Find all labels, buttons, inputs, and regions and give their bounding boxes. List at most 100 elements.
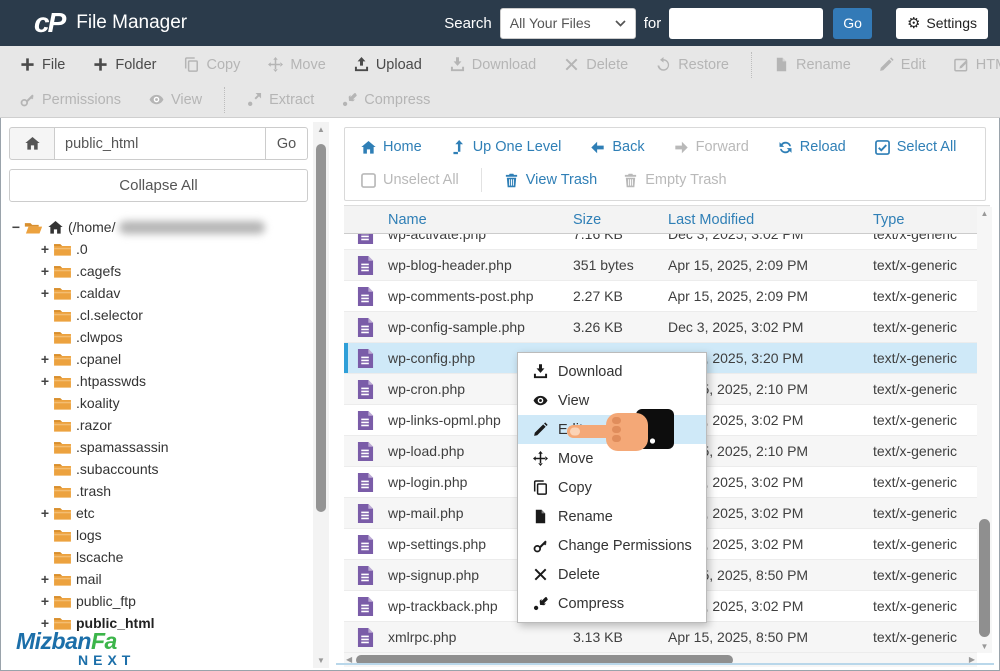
tree-item-htpasswds[interactable]: +.htpasswds (9, 370, 308, 392)
tree-item-label: etc (76, 505, 95, 521)
tree-item-spamassassin[interactable]: .spamassassin (9, 436, 308, 458)
scroll-up-icon[interactable]: ▲ (977, 209, 992, 218)
menu-download-item[interactable]: Download (518, 357, 706, 386)
tree-item-etc[interactable]: + etc (9, 502, 308, 524)
file-icon (357, 565, 374, 586)
column-name[interactable]: Name (388, 212, 573, 228)
menu-compress-item[interactable]: Compress (518, 589, 706, 618)
path-go-button[interactable]: Go (266, 127, 308, 160)
menu-edit-item[interactable]: Edit (518, 415, 706, 444)
path-input[interactable] (55, 127, 266, 160)
tree-item-logs[interactable]: logs (9, 524, 308, 546)
file-name[interactable]: wp-blog-header.php (388, 257, 573, 273)
folder-icon (53, 484, 72, 499)
collapse-minus-icon[interactable]: − (9, 219, 23, 235)
tree-item-clwpos[interactable]: .clwpos (9, 326, 308, 348)
nav-forward-label: Forward (696, 139, 749, 155)
folder-icon (53, 528, 72, 543)
nav-select-all-link[interactable]: Select All (875, 139, 957, 155)
top-header-bar: cP File Manager Search All Your Files fo… (0, 0, 1000, 46)
key-icon (533, 538, 548, 553)
menu-copy-item[interactable]: Copy (518, 473, 706, 502)
table-vscroll-thumb[interactable] (979, 519, 990, 637)
file-row-wp-comments-post-php[interactable]: wp-comments-post.php2.27 KBApr 15, 2025,… (344, 281, 990, 312)
expand-plus-icon[interactable]: + (38, 285, 52, 301)
column-size[interactable]: Size (573, 212, 668, 228)
tree-item-cpanel[interactable]: +.cpanel (9, 348, 308, 370)
tree-item-label: public_ftp (76, 593, 136, 609)
scroll-down-icon[interactable]: ▼ (313, 656, 329, 665)
file-icon (357, 472, 374, 493)
nav-up-one-level-label: Up One Level (473, 139, 562, 155)
expand-plus-icon[interactable]: + (38, 263, 52, 279)
toolbar-extract-label: Extract (269, 92, 314, 108)
tree-item-caldav[interactable]: +.caldav (9, 282, 308, 304)
back-icon (590, 140, 605, 155)
file-row-wp-activate-php[interactable]: wp-activate.php7.16 KBDec 3, 2025, 3:02 … (344, 234, 990, 250)
expand-plus-icon[interactable]: + (38, 373, 52, 389)
tree-root-label: (/home/ (68, 219, 115, 235)
home-path-button[interactable] (9, 127, 55, 160)
search-input[interactable] (669, 8, 823, 39)
file-row-xmlrpc-php[interactable]: xmlrpc.php3.13 KBApr 15, 2025, 8:50 PMte… (344, 622, 990, 653)
menu-move-item[interactable]: Move (518, 444, 706, 473)
nav-reload-link[interactable]: Reload (778, 139, 846, 155)
nav-view-trash-link[interactable]: View Trash (504, 172, 597, 188)
menu-delete-label: Delete (558, 567, 600, 583)
tree-item-lscache[interactable]: lscache (9, 546, 308, 568)
toolbar-row-2: PermissionsViewExtractCompress (0, 83, 1000, 116)
tree-item-cagefs[interactable]: + .cagefs (9, 260, 308, 282)
toolbar-file-button[interactable]: File (6, 57, 79, 73)
tree-item-mail[interactable]: +mail (9, 568, 308, 590)
expand-plus-icon[interactable]: + (38, 593, 52, 609)
settings-button[interactable]: ⚙ Settings (896, 8, 988, 39)
file-type: text/x-generic (873, 257, 990, 273)
file-name[interactable]: xmlrpc.php (388, 629, 573, 645)
search-go-button[interactable]: Go (833, 8, 872, 39)
tree-item-0[interactable]: +.0 (9, 238, 308, 260)
column-type[interactable]: Type (873, 212, 990, 228)
nav-up-one-level-link[interactable]: Up One Level (451, 139, 562, 155)
expand-plus-icon[interactable]: + (38, 505, 52, 521)
tree-item-label: .cagefs (76, 263, 121, 279)
toolbar-restore-label: Restore (678, 57, 729, 73)
move-icon (268, 57, 283, 72)
menu-change-permissions-item[interactable]: Change Permissions (518, 531, 706, 560)
folder-icon (53, 418, 72, 433)
file-row-wp-config-sample-php[interactable]: wp-config-sample.php3.26 KBDec 3, 2025, … (344, 312, 990, 343)
tree-item-subaccounts[interactable]: .subaccounts (9, 458, 308, 480)
collapse-all-button[interactable]: Collapse All (9, 169, 308, 202)
toolbar-rename-button: Rename (760, 57, 865, 73)
tree-item-koality[interactable]: .koality (9, 392, 308, 414)
file-name[interactable]: wp-comments-post.php (388, 288, 573, 304)
column-last-modified[interactable]: Last Modified (668, 212, 873, 228)
sidebar-scrollbar-thumb[interactable] (316, 144, 326, 512)
toolbar-upload-button[interactable]: Upload (340, 57, 436, 73)
expand-plus-icon[interactable]: + (38, 241, 52, 257)
tree-root-item[interactable]: − (/home/ (9, 216, 308, 238)
x-icon (533, 567, 548, 582)
menu-rename-item[interactable]: Rename (518, 502, 706, 531)
tree-item-public-ftp[interactable]: + public_ftp (9, 590, 308, 612)
menu-delete-item[interactable]: Delete (518, 560, 706, 589)
file-name[interactable]: wp-config-sample.php (388, 319, 573, 335)
tree-item-trash[interactable]: .trash (9, 480, 308, 502)
menu-view-item[interactable]: View (518, 386, 706, 415)
tree-item-cl-selector[interactable]: .cl.selector (9, 304, 308, 326)
expand-plus-icon[interactable]: + (38, 351, 52, 367)
expand-plus-icon[interactable]: + (38, 571, 52, 587)
scroll-up-icon[interactable]: ▲ (313, 125, 329, 134)
file-row-wp-blog-header-php[interactable]: wp-blog-header.php351 bytesApr 15, 2025,… (344, 250, 990, 281)
toolbar-folder-button[interactable]: Folder (79, 57, 170, 73)
nav-home-link[interactable]: Home (361, 139, 422, 155)
folder-icon (53, 352, 72, 367)
toolbar-upload-label: Upload (376, 57, 422, 73)
nav-empty-trash-link: Empty Trash (623, 172, 726, 188)
sidebar-scrollbar[interactable]: ▲ ▼ (313, 122, 329, 668)
file-name[interactable]: wp-activate.php (388, 234, 573, 242)
tree-item-razor[interactable]: .razor (9, 414, 308, 436)
search-scope-select[interactable]: All Your Files (500, 8, 636, 39)
table-vertical-scrollbar[interactable]: ▲ ▼ (977, 207, 992, 653)
nav-back-link[interactable]: Back (590, 139, 644, 155)
scroll-down-icon[interactable]: ▼ (977, 642, 992, 651)
